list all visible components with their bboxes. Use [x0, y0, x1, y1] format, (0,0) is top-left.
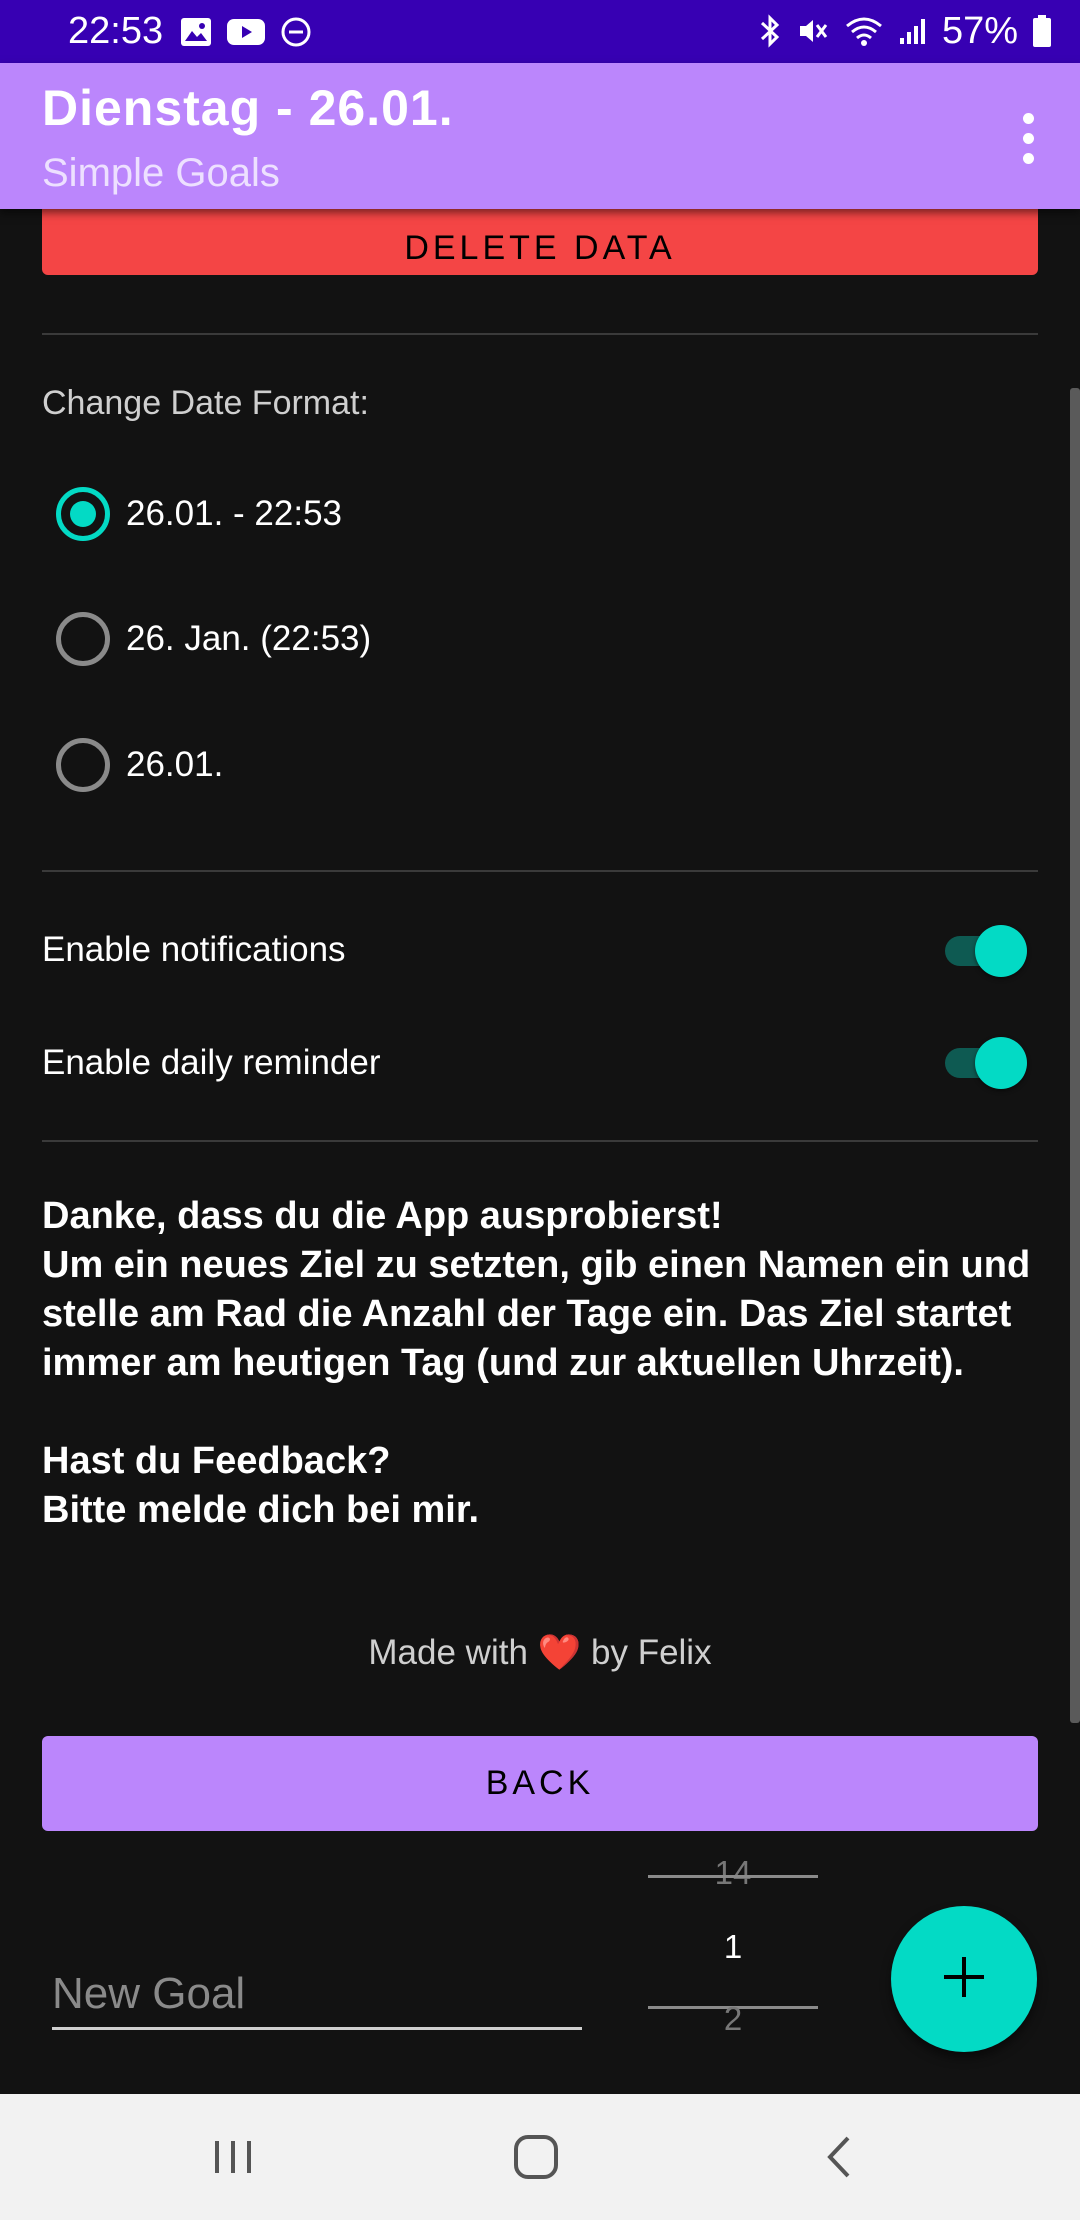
status-time: 22:53 [68, 10, 164, 52]
divider [42, 870, 1038, 872]
radio-button[interactable] [56, 612, 110, 666]
bluetooth-icon [758, 14, 782, 48]
app-bar: Dienstag - 26.01. Simple Goals [0, 63, 1080, 209]
made-with-suffix: by Felix [591, 1633, 712, 1672]
switch-thumb[interactable] [975, 1037, 1027, 1089]
picker-divider [648, 1875, 818, 1878]
radio-button-checked[interactable] [56, 487, 110, 541]
date-format-option-3[interactable]: 26.01. [56, 737, 223, 793]
daily-reminder-switch[interactable] [945, 1035, 1029, 1091]
app-bar-subtitle: Simple Goals [42, 151, 280, 195]
info-instructions: Um ein neues Ziel zu setzten, gib einen … [42, 1244, 1031, 1384]
back-button[interactable]: BACK [42, 1736, 1038, 1831]
scrollbar[interactable] [1070, 388, 1080, 1723]
battery-percent: 57% [941, 10, 1018, 52]
daily-reminder-label: Enable daily reminder [42, 1043, 381, 1082]
radio-button[interactable] [56, 738, 110, 792]
system-nav-bar [0, 2094, 1080, 2220]
wifi-icon [844, 14, 884, 48]
more-vert-icon[interactable] [996, 103, 1060, 173]
status-bar: 22:53 57% [0, 0, 1080, 63]
date-format-option-label: 26.01. [126, 745, 224, 784]
date-format-label: Change Date Format: [42, 384, 369, 422]
divider [42, 333, 1038, 335]
date-format-option-1[interactable]: 26.01. - 22:53 [56, 486, 342, 542]
delete-data-label: DELETE DATA [404, 229, 676, 267]
add-goal-button[interactable] [891, 1906, 1037, 2052]
made-with-prefix: Made with [368, 1633, 528, 1672]
mute-icon [796, 14, 830, 48]
app-bar-title: Dienstag - 26.01. [42, 80, 454, 136]
made-with-credit: Made with ❤️ by Felix [0, 1632, 1080, 1673]
switch-thumb[interactable] [975, 925, 1027, 977]
status-notification-icons [180, 12, 312, 52]
notifications-switch[interactable] [945, 923, 1029, 979]
day-number-picker[interactable]: 14 1 2 [648, 1850, 818, 2040]
signal-icon [898, 16, 928, 46]
divider [42, 1140, 1038, 1142]
notifications-label: Enable notifications [42, 930, 346, 969]
info-feedback-question: Hast du Feedback? [42, 1440, 391, 1482]
date-format-option-2[interactable]: 26. Jan. (22:53) [56, 611, 371, 667]
battery-icon [1032, 14, 1052, 48]
home-icon[interactable] [496, 2122, 576, 2192]
youtube-icon [226, 17, 266, 47]
recents-icon[interactable] [193, 2122, 273, 2192]
back-icon[interactable] [800, 2122, 880, 2192]
picker-prev-value[interactable]: 14 [648, 1854, 818, 1892]
plus-icon [942, 1955, 986, 2004]
image-icon [180, 17, 212, 47]
info-spacer [42, 1388, 1042, 1437]
picker-current-value[interactable]: 1 [648, 1928, 818, 1966]
dnd-icon [280, 16, 312, 48]
status-system-icons: 57% [758, 8, 1052, 54]
back-button-label: BACK [485, 1764, 595, 1802]
date-format-option-label: 26.01. - 22:53 [126, 494, 342, 533]
info-text: Danke, dass du die App ausprobierst! Um … [42, 1192, 1042, 1535]
info-thanks: Danke, dass du die App ausprobierst! [42, 1195, 723, 1237]
info-feedback-request: Bitte melde dich bei mir. [42, 1489, 480, 1531]
heart-icon: ❤️ [537, 1633, 582, 1672]
picker-next-value[interactable]: 2 [648, 2000, 818, 2038]
date-format-option-label: 26. Jan. (22:53) [126, 619, 372, 658]
new-goal-input[interactable] [52, 1960, 582, 2030]
